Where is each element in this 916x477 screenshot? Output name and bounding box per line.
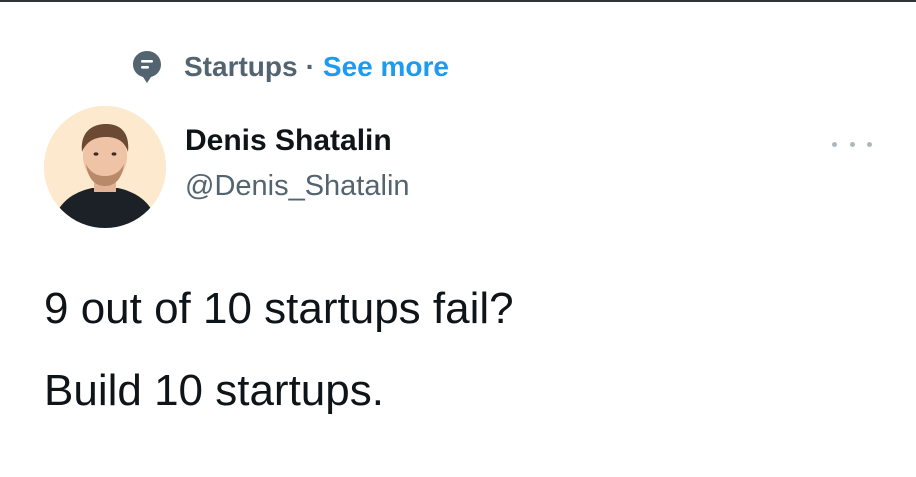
more-dot xyxy=(832,141,837,147)
more-dots-icon[interactable] xyxy=(832,132,872,156)
avatar[interactable] xyxy=(44,106,166,228)
see-more-link[interactable]: See more xyxy=(323,51,449,83)
topic-separator: · xyxy=(305,51,315,82)
author-handle[interactable]: @Denis_Shatalin xyxy=(185,170,410,203)
author-display-name[interactable]: Denis Shatalin xyxy=(185,124,392,158)
topic-name[interactable]: Startups xyxy=(184,51,298,83)
avatar-photo xyxy=(44,106,166,228)
more-dot xyxy=(849,141,855,147)
topic-speech-bubble-icon xyxy=(133,51,161,83)
tweet-text-line: 9 out of 10 startups fail? xyxy=(44,284,514,333)
top-divider xyxy=(0,0,916,2)
tweet-card: Startups · See more Denis Shatalin @Deni… xyxy=(0,0,916,477)
tweet-text-line: Build 10 startups. xyxy=(44,366,384,415)
topic-row: Startups · See more xyxy=(132,48,449,86)
more-dot xyxy=(867,141,872,147)
